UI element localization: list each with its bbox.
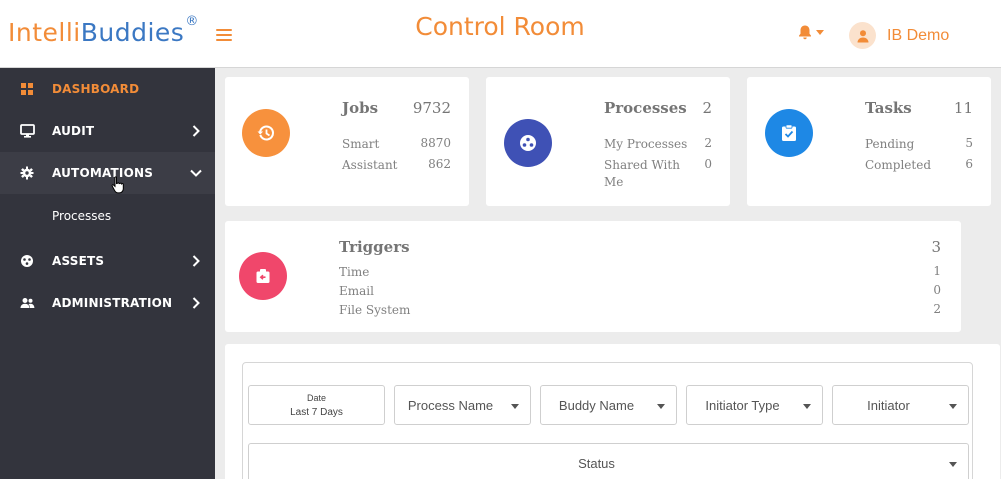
buddy-name-select[interactable]: Buddy Name <box>540 385 677 425</box>
chevron-right-icon <box>190 297 202 309</box>
tasks-row-value: 5 <box>965 136 973 150</box>
process-name-select[interactable]: Process Name <box>394 385 531 425</box>
processes-card[interactable]: Processes 2 My Processes 2 Shared With M… <box>486 77 730 206</box>
jobs-row-value: 8870 <box>420 136 451 150</box>
sidebar-item-audit[interactable]: AUDIT <box>0 110 215 152</box>
jobs-row-label: Smart <box>342 137 380 151</box>
triggers-row-label: File System <box>339 303 411 317</box>
tasks-row-value: 6 <box>965 157 973 171</box>
sidebar-item-label: ADMINISTRATION <box>52 296 173 310</box>
processes-icon <box>520 135 536 151</box>
status-label: Status <box>578 455 615 471</box>
history-icon <box>257 125 275 141</box>
processes-total: 2 <box>702 99 712 117</box>
hamburger-menu-icon[interactable] <box>216 29 232 41</box>
sidebar: DASHBOARD AUDIT AUTOMATIONS Processes AS… <box>0 68 215 479</box>
filter-group: Date Last 7 Days Process Name Buddy Name… <box>242 362 973 479</box>
initiator-type-label: Initiator Type <box>705 397 780 413</box>
chevron-right-icon <box>190 125 202 137</box>
logo-registered-mark: ® <box>185 14 199 29</box>
tasks-total: 11 <box>953 99 973 117</box>
chevron-down-icon <box>190 167 202 179</box>
initiator-label: Initiator <box>867 397 910 413</box>
chevron-down-icon <box>803 404 811 409</box>
clipboard-check-icon <box>782 124 796 141</box>
logo-text-intelli: Intelli <box>8 18 81 47</box>
sidebar-item-administration[interactable]: ADMINISTRATION <box>0 282 215 324</box>
tasks-row-label: Pending <box>865 137 915 151</box>
jobs-title: Jobs <box>342 99 379 117</box>
chevron-down-icon <box>949 404 957 409</box>
jobs-row-label: Assistant <box>342 158 398 172</box>
chevron-down-icon <box>657 404 665 409</box>
jobs-card[interactable]: Jobs 9732 Smart 8870 Assistant 862 <box>225 77 469 206</box>
triggers-card[interactable]: Triggers 3 Time 1 Email 0 File System 2 <box>225 221 961 332</box>
mouse-cursor-icon <box>111 176 124 194</box>
tasks-badge <box>765 109 813 157</box>
chevron-right-icon <box>190 255 202 267</box>
processes-title: Processes <box>604 99 687 117</box>
tasks-row-label: Completed <box>865 158 932 172</box>
sidebar-item-label: ASSETS <box>52 254 105 268</box>
sidebar-subitem-processes[interactable]: Processes <box>52 209 111 223</box>
jobs-row-value: 862 <box>428 157 451 171</box>
sidebar-item-dashboard[interactable]: DASHBOARD <box>0 68 215 110</box>
processes-row-value: 2 <box>704 136 712 150</box>
logo-text-buddies: Buddies <box>80 18 185 47</box>
triggers-row-label: Email <box>339 284 374 298</box>
avatar <box>849 22 876 49</box>
processes-badge <box>504 119 552 167</box>
date-filter-label: Date <box>306 392 326 403</box>
trigger-icon <box>256 269 270 283</box>
triggers-row-value: 2 <box>933 302 941 316</box>
triggers-row-value: 1 <box>933 264 941 278</box>
chevron-down-icon <box>949 462 957 467</box>
sidebar-item-label: DASHBOARD <box>52 82 140 96</box>
triggers-row-label: Time <box>339 265 370 279</box>
bell-icon <box>799 25 811 39</box>
date-filter[interactable]: Date Last 7 Days <box>248 385 385 425</box>
sidebar-item-assets[interactable]: ASSETS <box>0 240 215 282</box>
palette-icon <box>19 253 35 269</box>
buddy-name-label: Buddy Name <box>558 397 635 413</box>
sidebar-item-automations[interactable]: AUTOMATIONS <box>0 152 215 194</box>
page-title: Control Room <box>415 12 585 41</box>
user-name: IB Demo <box>887 26 950 44</box>
triggers-badge <box>239 252 287 300</box>
gear-icon <box>19 165 35 181</box>
chevron-down-icon <box>511 404 519 409</box>
chevron-down-icon <box>816 29 824 35</box>
monitor-icon <box>19 123 35 139</box>
tasks-card[interactable]: Tasks 11 Pending 5 Completed 6 <box>747 77 991 206</box>
process-name-label: Process Name <box>407 397 494 413</box>
sidebar-item-label: AUTOMATIONS <box>52 166 154 180</box>
initiator-select[interactable]: Initiator <box>832 385 969 425</box>
status-select[interactable]: Status <box>248 443 969 479</box>
jobs-badge <box>242 109 290 157</box>
triggers-row-value: 0 <box>933 283 941 297</box>
grid-icon <box>19 81 35 97</box>
initiator-type-select[interactable]: Initiator Type <box>686 385 823 425</box>
processes-row-label: Shared With Me <box>604 158 680 189</box>
notifications-button[interactable] <box>797 22 827 42</box>
user-icon <box>857 29 868 42</box>
triggers-total: 3 <box>931 238 941 256</box>
triggers-title: Triggers <box>339 238 410 256</box>
users-icon <box>19 295 35 311</box>
top-header: Intelli Buddies ® Control Room IB Demo <box>0 0 1001 68</box>
jobs-total: 9732 <box>412 99 451 117</box>
user-menu[interactable]: IB Demo <box>849 22 949 49</box>
intellibuddies-logo[interactable]: Intelli Buddies ® <box>8 14 198 50</box>
date-filter-value: Last 7 Days <box>290 406 343 418</box>
tasks-title: Tasks <box>865 99 912 117</box>
processes-row-value: 0 <box>704 157 712 171</box>
filter-panel: Date Last 7 Days Process Name Buddy Name… <box>225 344 1000 479</box>
sidebar-item-label: AUDIT <box>52 124 95 138</box>
